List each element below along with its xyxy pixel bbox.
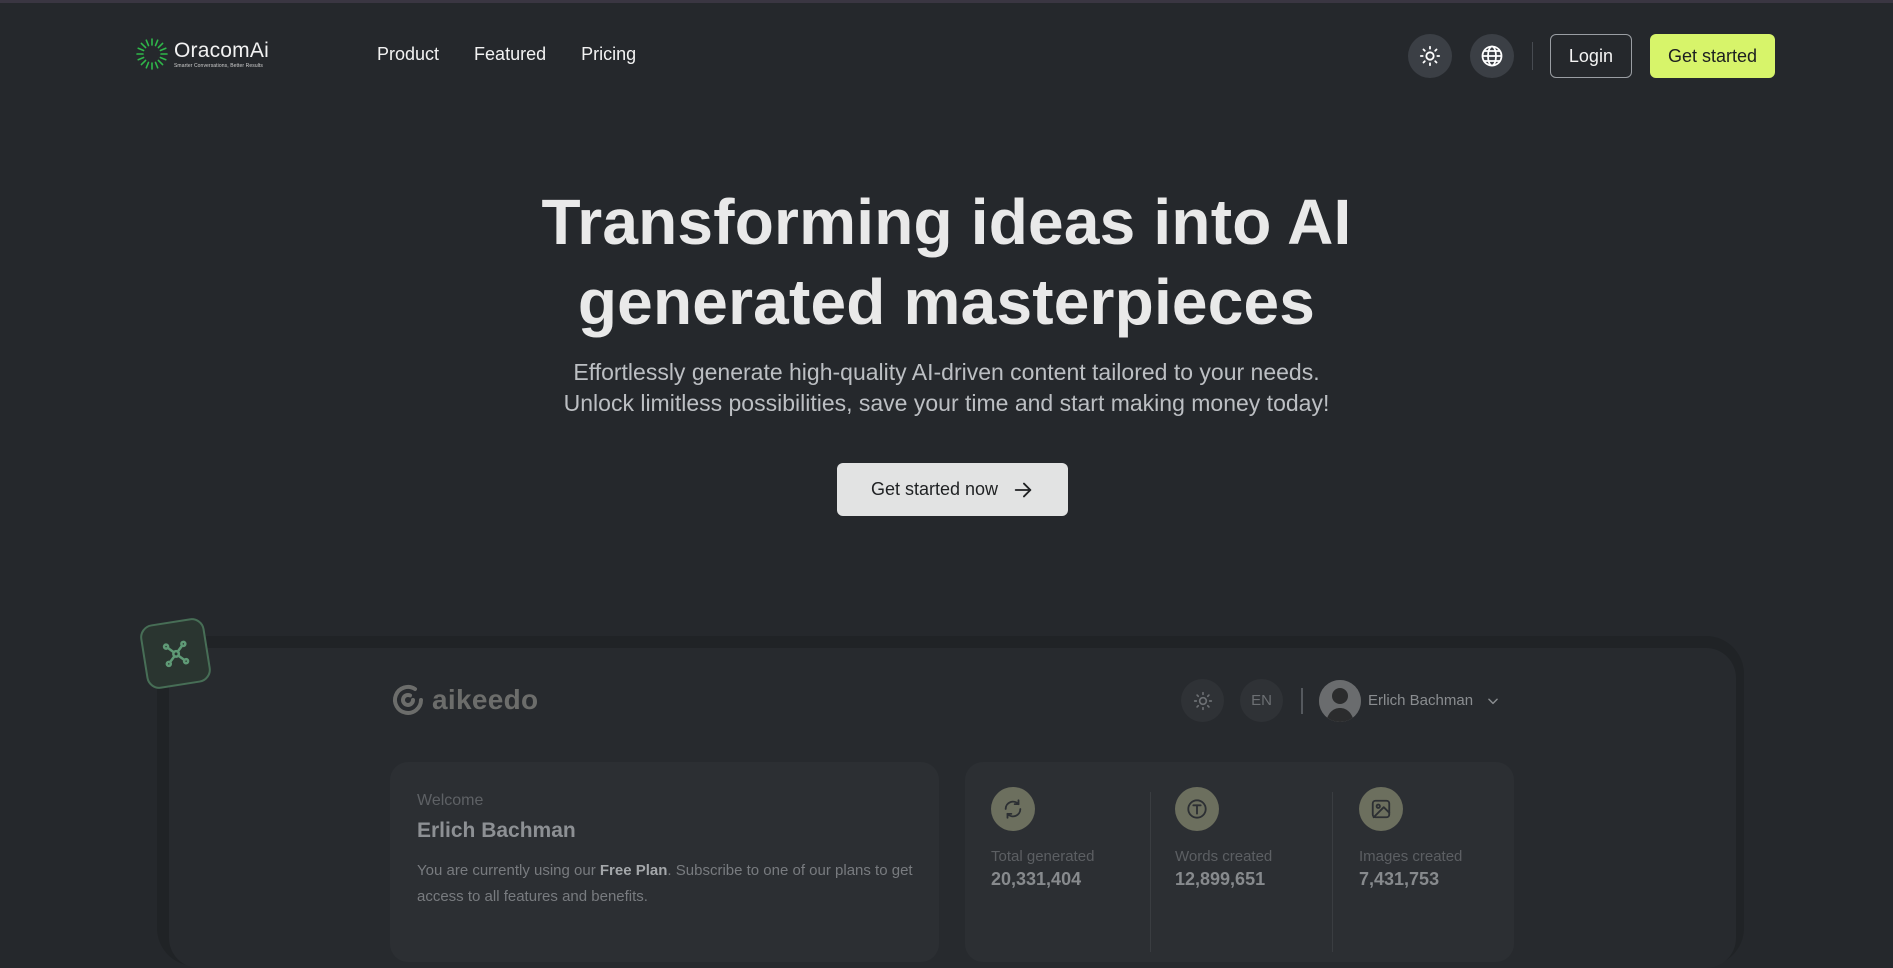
stat-label: Words created bbox=[1175, 848, 1273, 865]
refresh-icon bbox=[991, 787, 1035, 831]
hero-title-line-2: generated masterpieces bbox=[577, 266, 1316, 338]
get-started-now-button[interactable]: Get started now bbox=[837, 463, 1068, 516]
nav-link-featured[interactable]: Featured bbox=[474, 44, 546, 65]
hero-title: Transforming ideas into AI generated mas… bbox=[0, 182, 1893, 342]
app-logo: aikeedo bbox=[390, 682, 538, 718]
stat-value: 12,899,651 bbox=[1175, 869, 1266, 889]
welcome-text: You are currently using our Free Plan. S… bbox=[417, 858, 917, 910]
hero-subtitle-line-2: Unlock limitless possibilities, save you… bbox=[563, 390, 1330, 416]
logo-mark-icon bbox=[136, 38, 168, 70]
arrow-right-icon bbox=[1014, 482, 1032, 497]
globe-icon bbox=[1481, 45, 1503, 67]
user-name[interactable]: Erlich Bachman bbox=[1368, 692, 1473, 709]
get-started-now-label: Get started now bbox=[870, 479, 999, 499]
sun-icon bbox=[1193, 691, 1212, 710]
welcome-name: Erlich Bachman bbox=[417, 819, 576, 842]
image-icon bbox=[1359, 787, 1403, 831]
stat-value: 7,431,753 bbox=[1359, 869, 1440, 889]
welcome-card: Welcome Erlich Bachman You are currently… bbox=[390, 762, 939, 962]
brand-name: OracomAi bbox=[174, 38, 269, 62]
hero-title-line-1: Transforming ideas into AI bbox=[541, 186, 1352, 258]
stats-card: Total generated 20,331,404 Words created… bbox=[965, 762, 1514, 962]
welcome-text-start: You are currently using our bbox=[417, 862, 600, 879]
avatar[interactable] bbox=[1319, 679, 1361, 722]
app-logo-icon bbox=[393, 685, 423, 715]
login-button[interactable]: Login bbox=[1549, 34, 1632, 78]
nav-links: Product Featured Pricing bbox=[377, 44, 636, 65]
stat-divider bbox=[1332, 792, 1333, 952]
nav-link-pricing[interactable]: Pricing bbox=[581, 44, 636, 65]
brand-tagline: Smarter Conversations, Better Results bbox=[174, 62, 264, 69]
hero-subtitle: Effortlessly generate high-quality AI-dr… bbox=[0, 357, 1893, 419]
navbar: OracomAi Smarter Conversations, Better R… bbox=[0, 0, 1893, 112]
stat-value: 20,331,404 bbox=[991, 869, 1082, 889]
app-language-button[interactable]: EN bbox=[1240, 679, 1283, 722]
stat-label: Total generated bbox=[991, 848, 1095, 865]
stat-label: Images created bbox=[1359, 848, 1463, 865]
app-header-divider bbox=[1301, 687, 1303, 714]
user-avatar-icon bbox=[1319, 679, 1361, 722]
get-started-button[interactable]: Get started bbox=[1649, 34, 1775, 78]
nav-divider bbox=[1531, 42, 1533, 70]
plan-name: Free Plan bbox=[599, 862, 668, 879]
hero-subtitle-line-1: Effortlessly generate high-quality AI-dr… bbox=[573, 359, 1320, 385]
nav-actions: Login Get started bbox=[1407, 34, 1775, 78]
sun-icon bbox=[1419, 45, 1440, 67]
stat-images-created: Images created 7,431,753 bbox=[1359, 787, 1509, 890]
theme-toggle-button[interactable] bbox=[1407, 34, 1452, 78]
app-theme-button[interactable] bbox=[1181, 679, 1224, 722]
language-button[interactable] bbox=[1469, 34, 1514, 78]
app-header-actions: EN Erlich Bachman bbox=[1181, 679, 1500, 722]
floating-badge bbox=[138, 616, 213, 691]
nav-link-product[interactable]: Product bbox=[377, 44, 439, 65]
nodes-icon bbox=[162, 640, 189, 667]
brand-logo[interactable]: OracomAi Smarter Conversations, Better R… bbox=[134, 36, 269, 72]
chevron-down-icon[interactable] bbox=[1486, 694, 1500, 708]
welcome-label: Welcome bbox=[417, 792, 484, 809]
stat-words-created: Words created 12,899,651 bbox=[1175, 787, 1325, 890]
app-name: aikeedo bbox=[432, 684, 539, 715]
stat-total-generated: Total generated 20,331,404 bbox=[991, 787, 1141, 890]
stat-divider bbox=[1150, 792, 1151, 952]
text-icon bbox=[1175, 787, 1219, 831]
